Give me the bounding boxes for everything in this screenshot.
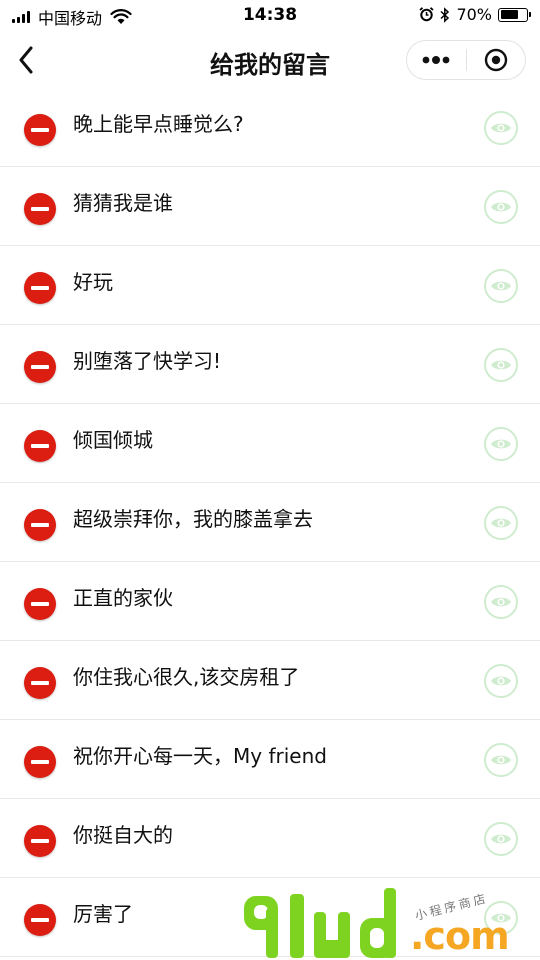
- delete-button[interactable]: [24, 667, 56, 699]
- delete-button[interactable]: [24, 193, 56, 225]
- message-text: 好玩: [73, 270, 113, 294]
- delete-button[interactable]: [24, 746, 56, 778]
- message-text: 你住我心很久,该交房租了: [73, 665, 300, 689]
- eye-icon: [491, 360, 511, 370]
- eye-icon: [491, 518, 511, 528]
- list-item: 猜猜我是谁: [0, 167, 540, 246]
- message-text: 猜猜我是谁: [73, 191, 173, 215]
- delete-button[interactable]: [24, 272, 56, 304]
- minus-icon: [31, 365, 49, 369]
- eye-icon: [491, 913, 511, 923]
- eye-icon: [491, 123, 511, 133]
- battery-percent: 70%: [456, 5, 492, 24]
- eye-icon: [491, 597, 511, 607]
- delete-button[interactable]: [24, 351, 56, 383]
- alarm-icon: [419, 7, 435, 22]
- list-item: 超级崇拜你，我的膝盖拿去: [0, 483, 540, 562]
- minus-icon: [31, 444, 49, 448]
- view-button[interactable]: [484, 822, 518, 856]
- eye-icon: [491, 676, 511, 686]
- delete-button[interactable]: [24, 430, 56, 462]
- message-text: 正直的家伙: [73, 586, 173, 610]
- more-dots-icon: [422, 56, 450, 64]
- delete-button[interactable]: [24, 509, 56, 541]
- list-item: 正直的家伙: [0, 562, 540, 641]
- view-button[interactable]: [484, 348, 518, 382]
- list-item: 晚上能早点睡觉么?: [0, 88, 540, 167]
- status-right: 70%: [419, 5, 531, 24]
- view-button[interactable]: [484, 664, 518, 698]
- message-text: 厉害了: [73, 902, 133, 926]
- bluetooth-icon: [440, 6, 450, 23]
- view-button[interactable]: [484, 743, 518, 777]
- delete-button[interactable]: [24, 114, 56, 146]
- close-mini-program-button[interactable]: [467, 41, 526, 79]
- battery-fill: [500, 10, 518, 19]
- message-text: 超级崇拜你，我的膝盖拿去: [73, 507, 313, 531]
- view-button[interactable]: [484, 111, 518, 145]
- minus-icon: [31, 760, 49, 764]
- minus-icon: [31, 602, 49, 606]
- battery-icon: [498, 7, 531, 22]
- eye-icon: [491, 202, 511, 212]
- eye-icon: [491, 281, 511, 291]
- list-item: 你挺自大的: [0, 799, 540, 878]
- delete-button[interactable]: [24, 588, 56, 620]
- list-item: 祝你开心每一天，My friend: [0, 720, 540, 799]
- message-text: 晚上能早点睡觉么?: [73, 112, 244, 136]
- eye-icon: [491, 834, 511, 844]
- delete-button[interactable]: [24, 825, 56, 857]
- status-bar: 中国移动 14:38 70%: [0, 0, 540, 32]
- view-button[interactable]: [484, 427, 518, 461]
- view-button[interactable]: [484, 506, 518, 540]
- more-button[interactable]: [407, 41, 466, 79]
- list-item: 你住我心很久,该交房租了: [0, 641, 540, 720]
- message-list: 晚上能早点睡觉么? 猜猜我是谁 好玩 别堕落了快学习! 倾国倾城 超级崇拜你，我…: [0, 88, 540, 957]
- minus-icon: [31, 839, 49, 843]
- list-item: 别堕落了快学习!: [0, 325, 540, 404]
- view-button[interactable]: [484, 269, 518, 303]
- minus-icon: [31, 207, 49, 211]
- list-item: 好玩: [0, 246, 540, 325]
- message-text: 别堕落了快学习!: [73, 349, 222, 373]
- message-text: 你挺自大的: [73, 823, 173, 847]
- minus-icon: [31, 918, 49, 922]
- target-close-icon: [484, 48, 507, 72]
- view-button[interactable]: [484, 190, 518, 224]
- nav-bar: 给我的留言: [0, 32, 540, 88]
- minus-icon: [31, 286, 49, 290]
- minus-icon: [31, 681, 49, 685]
- eye-icon: [491, 755, 511, 765]
- list-item: 倾国倾城: [0, 404, 540, 483]
- delete-button[interactable]: [24, 904, 56, 936]
- minus-icon: [31, 128, 49, 132]
- minus-icon: [31, 523, 49, 527]
- view-button[interactable]: [484, 585, 518, 619]
- message-text: 祝你开心每一天，My friend: [73, 744, 327, 768]
- message-text: 倾国倾城: [73, 428, 153, 452]
- mini-program-capsule: [406, 40, 526, 80]
- view-button[interactable]: [484, 901, 518, 935]
- eye-icon: [491, 439, 511, 449]
- list-item: 厉害了: [0, 878, 540, 957]
